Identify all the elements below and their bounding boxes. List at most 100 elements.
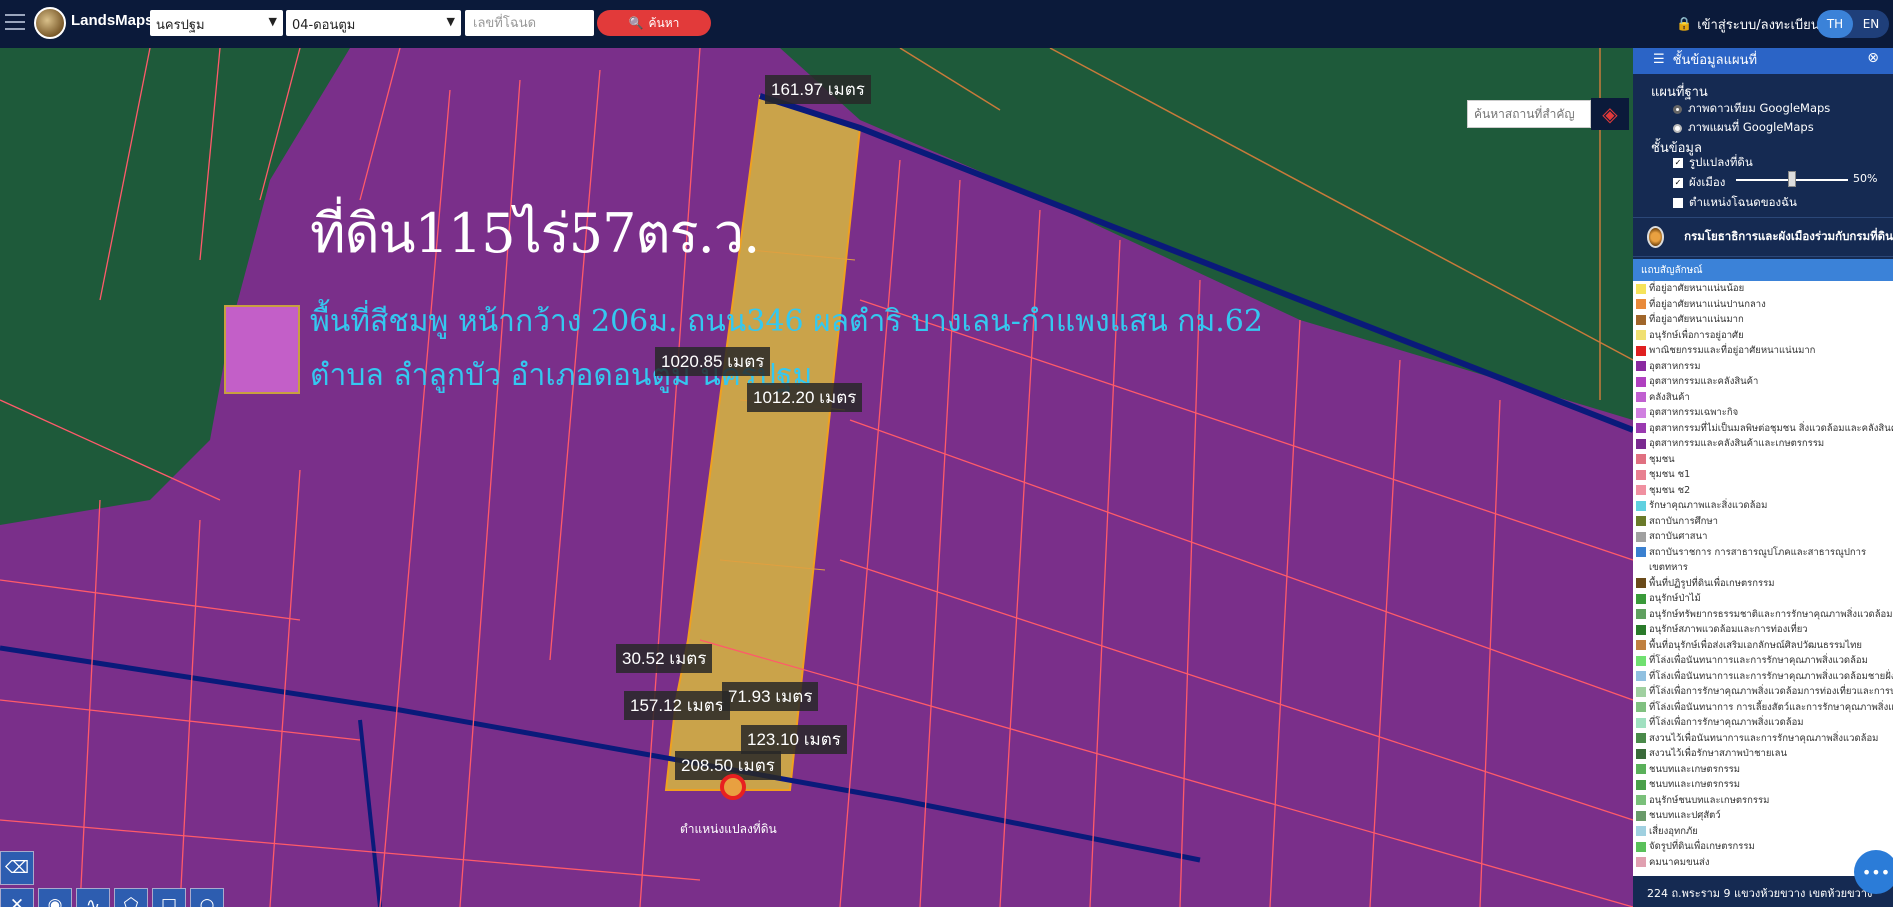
checkbox-checked-icon[interactable]: ✓	[1673, 158, 1683, 168]
marker-tool[interactable]: ◉	[38, 888, 72, 907]
legend-item: เสี่ยงอุทกภัย	[1633, 824, 1893, 840]
legend-swatch	[1636, 500, 1646, 511]
legend-label: สถาบันศาสนา	[1649, 531, 1708, 543]
legend-swatch	[1636, 748, 1646, 759]
place-search-input[interactable]	[1467, 100, 1591, 128]
landsmaps-app: LandsMaps นครปฐม ▼ 04-ดอนตูม ▼ 🔍 ค้นหา 🔒…	[0, 0, 1893, 907]
legend-swatch	[1636, 392, 1646, 403]
polygon-icon: ⬠	[123, 895, 139, 907]
panel-footer-address: 224 ถ.พระราม 9 แขวงห้วยขวาง เขตห้วยขวาง	[1633, 876, 1893, 907]
legend-item: อุตสาหกรรมและคลังสินค้า	[1633, 374, 1893, 390]
legend-item: ที่โล่งเพื่อการรักษาคุณภาพสิ่งแวดล้อมการ…	[1633, 684, 1893, 700]
legend-swatch	[1636, 454, 1646, 465]
deed-number-input[interactable]	[465, 10, 594, 36]
eraser-tool[interactable]: ⌫	[0, 851, 34, 885]
ruler-icon: ✕	[9, 895, 25, 907]
legend-box: แถบสัญลักษณ์ ที่อยู่อาศัยหนาแน่นน้อย ที่อ…	[1633, 259, 1893, 907]
legend-swatch	[1636, 826, 1646, 837]
legend-label: ชนบทและเกษตรกรรม	[1649, 779, 1741, 791]
layers-panel: ☰ ชั้นข้อมูลแผนที่ ⊗ แผนที่ฐาน ภาพดาวเที…	[1633, 41, 1893, 907]
district-select[interactable]: 04-ดอนตูม ▼	[286, 10, 461, 36]
rectangle-icon: □	[160, 895, 178, 907]
measure-tool[interactable]: ✕	[0, 888, 34, 907]
legend-swatch	[1636, 686, 1646, 697]
landsmaps-logo	[34, 7, 66, 39]
legend-swatch	[1636, 717, 1646, 728]
radio-icon[interactable]	[1673, 123, 1682, 133]
legend-label: จัดรูปที่ดินเพื่อเกษตรกรรม	[1649, 841, 1755, 853]
chat-icon[interactable]: •••	[1854, 850, 1893, 894]
legend-label: ที่โล่งเพื่อนันทนาการและการรักษาคุณภาพสิ…	[1649, 655, 1868, 667]
basemap-satellite-option[interactable]: ภาพดาวเทียม GoogleMaps	[1673, 100, 1830, 118]
lang-th-option[interactable]: TH	[1817, 10, 1853, 38]
legend-swatch	[1636, 841, 1646, 852]
polyline-icon: ∿	[85, 895, 101, 907]
legend-swatch	[1636, 531, 1646, 542]
circle-tool[interactable]: ○	[190, 888, 224, 907]
panel-header: ☰ ชั้นข้อมูลแผนที่ ⊗	[1633, 44, 1893, 74]
legend-swatch	[1636, 857, 1646, 868]
layers-toggle-button[interactable]: ◈	[1591, 98, 1629, 130]
legend-item: สงวนไว้เพื่อรักษาสภาพป่าชายเลน	[1633, 746, 1893, 762]
brand-name: LandsMaps	[71, 12, 154, 29]
measurement-label: 123.10 เมตร	[741, 725, 847, 754]
legend-label: อนุรักษ์ป่าไม้	[1649, 593, 1701, 605]
legend-swatch	[1636, 330, 1646, 341]
legend-swatch	[1636, 810, 1646, 821]
legend-label: ชุมชน ช2	[1649, 484, 1691, 496]
location-pin-icon[interactable]	[720, 774, 746, 800]
legend-item: อุตสาหกรรมเฉพาะกิจ	[1633, 405, 1893, 421]
radio-selected-icon[interactable]	[1673, 104, 1682, 114]
polyline-tool[interactable]: ∿	[76, 888, 110, 907]
legend-swatch	[1636, 624, 1646, 635]
legend-label: อนุรักษ์ทรัพยากรธรรมชาติและการรักษาคุณภา…	[1649, 608, 1893, 620]
legend-item: ที่โล่งเพื่อนันทนาการและการรักษาคุณภาพสิ…	[1633, 669, 1893, 685]
legend-label: ที่โล่งเพื่อการรักษาคุณภาพสิ่งแวดล้อมการ…	[1649, 686, 1893, 698]
legend-item: พาณิชยกรรมและที่อยู่อาศัยหนาแน่นมาก	[1633, 343, 1893, 359]
measurement-label: 1012.20 เมตร	[747, 383, 863, 412]
map-layer	[0, 48, 1893, 907]
listing-title: ที่ดิน115ไร่57ตร.ว.	[310, 202, 760, 265]
checkbox-icon[interactable]	[1673, 198, 1683, 208]
layer-mydeed-option[interactable]: ตำแหน่งโฉนดของฉัน	[1673, 194, 1797, 212]
language-toggle[interactable]: TH EN	[1817, 10, 1889, 38]
checkbox-checked-icon[interactable]: ✓	[1673, 178, 1683, 188]
opacity-slider[interactable]	[1736, 171, 1848, 187]
legend-label: ที่โล่งเพื่อนันทนาการและการรักษาคุณภาพสิ…	[1649, 670, 1893, 682]
legend-label: อุตสาหกรรม	[1649, 360, 1701, 372]
legend-item: อุตสาหกรรมและคลังสินค้าและเกษตรกรรม	[1633, 436, 1893, 452]
legend-swatch	[1636, 640, 1646, 651]
legend-item: ที่อยู่อาศัยหนาแน่นมาก	[1633, 312, 1893, 328]
district-value: 04-ดอนตูม	[292, 18, 356, 33]
lang-en-option[interactable]: EN	[1853, 10, 1889, 38]
legend-label: อุตสาหกรรมและคลังสินค้า	[1649, 376, 1759, 388]
rectangle-tool[interactable]: □	[152, 888, 186, 907]
hamburger-menu-icon[interactable]	[5, 14, 25, 32]
layer-label: ผังเมือง	[1689, 175, 1726, 189]
map-canvas[interactable]: ที่ดิน115ไร่57ตร.ว. พื้นที่สีชมพู หน้ากว…	[0, 48, 1893, 907]
parcel-position-label: ตำแหน่งแปลงที่ดิน	[680, 822, 777, 836]
search-button[interactable]: 🔍 ค้นหา	[597, 10, 711, 36]
basemap-map-option[interactable]: ภาพแผนที่ GoogleMaps	[1673, 119, 1814, 137]
layer-label: ตำแหน่งโฉนดของฉัน	[1689, 195, 1797, 209]
close-icon[interactable]: ⊗	[1867, 50, 1879, 66]
legend-item: อนุรักษ์ชนบทและเกษตรกรรม	[1633, 793, 1893, 809]
legend-label: สถาบันราชการ การสาธารณูปโภคและสาธารณูปกา…	[1649, 546, 1867, 558]
layers-stack-icon: ☰	[1653, 51, 1665, 67]
legend-label: ที่อยู่อาศัยหนาแน่นน้อย	[1649, 283, 1745, 295]
legend-item: ที่โล่งเพื่อนันทนาการ การเลี้ยงสัตว์และก…	[1633, 700, 1893, 716]
legend-swatch	[1636, 361, 1646, 372]
legend-item: อุตสาหกรรม	[1633, 359, 1893, 375]
polygon-tool[interactable]: ⬠	[114, 888, 148, 907]
legend-label: พื้นที่อนุรักษ์เพื่อส่งเสริมเอกลักษณ์ศิล…	[1649, 639, 1862, 651]
measurement-label: 1020.85 เมตร	[655, 347, 771, 376]
panel-title: ชั้นข้อมูลแผนที่	[1672, 52, 1758, 68]
measurement-label: 157.12 เมตร	[624, 691, 730, 720]
legend-swatch	[1636, 547, 1646, 558]
layer-cityplan-option[interactable]: ✓ ผังเมือง	[1673, 174, 1725, 192]
login-link[interactable]: 🔒 เข้าสู่ระบบ/ลงทะเบียน	[1676, 14, 1820, 35]
layer-parcel-option[interactable]: ✓ รูปแปลงที่ดิน	[1673, 154, 1753, 172]
slider-handle[interactable]	[1788, 171, 1796, 187]
legend-label: อนุรักษ์ชนบทและเกษตรกรรม	[1649, 794, 1770, 806]
province-select[interactable]: นครปฐม ▼	[150, 10, 283, 36]
